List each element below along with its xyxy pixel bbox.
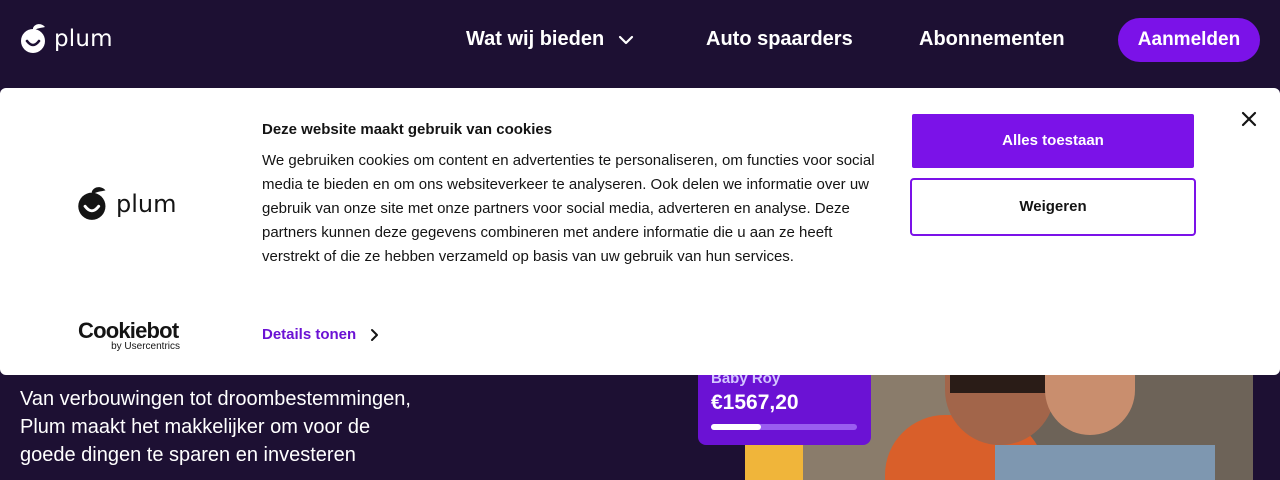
nav-item-offer-label: Wat wij bieden [466,28,605,50]
savings-progress-fill [711,424,761,430]
chevron-down-icon [619,35,634,44]
brand-name: plum [54,26,113,52]
plum-logo-icon [21,24,45,53]
savings-card-amount: €1567,20 [711,391,799,414]
nav-item-subscriptions[interactable]: Abonnementen [919,28,1065,51]
plum-logo-icon [78,187,106,220]
savings-progress-bar [711,424,857,430]
chevron-right-icon [371,328,379,341]
nav-item-offer[interactable]: Wat wij bieden [466,28,634,51]
plum-logo[interactable]: plum [20,24,113,54]
cookie-consent-dialog: plum Cookiebot by Usercentrics Deze webs… [0,88,1280,375]
dialog-body-text: We gebruiken cookies om content en adver… [262,152,875,265]
close-button[interactable] [1238,108,1260,130]
details-link-label: Details tonen [262,326,357,343]
details-link[interactable]: Details tonen [262,326,379,343]
dialog-brand-name: plum [116,190,177,218]
deny-button[interactable]: Weigeren [910,178,1196,236]
allow-all-button[interactable]: Alles toestaan [912,114,1194,168]
dialog-plum-logo: plum [77,187,177,221]
close-icon [1241,111,1257,127]
dialog-title: Deze website maakt gebruik van cookies [262,121,553,138]
nav-item-auto-savers[interactable]: Auto spaarders [706,28,853,51]
hero-text: Van verbouwingen tot droombestemmingen, … [20,388,411,466]
signup-button[interactable]: Aanmelden [1118,18,1260,62]
cookiebot-name: Cookiebot [78,318,179,343]
top-navigation: plum Wat wij bieden Auto spaarders Abonn… [0,0,1280,80]
cookiebot-logo[interactable]: Cookiebot by Usercentrics [78,318,188,353]
